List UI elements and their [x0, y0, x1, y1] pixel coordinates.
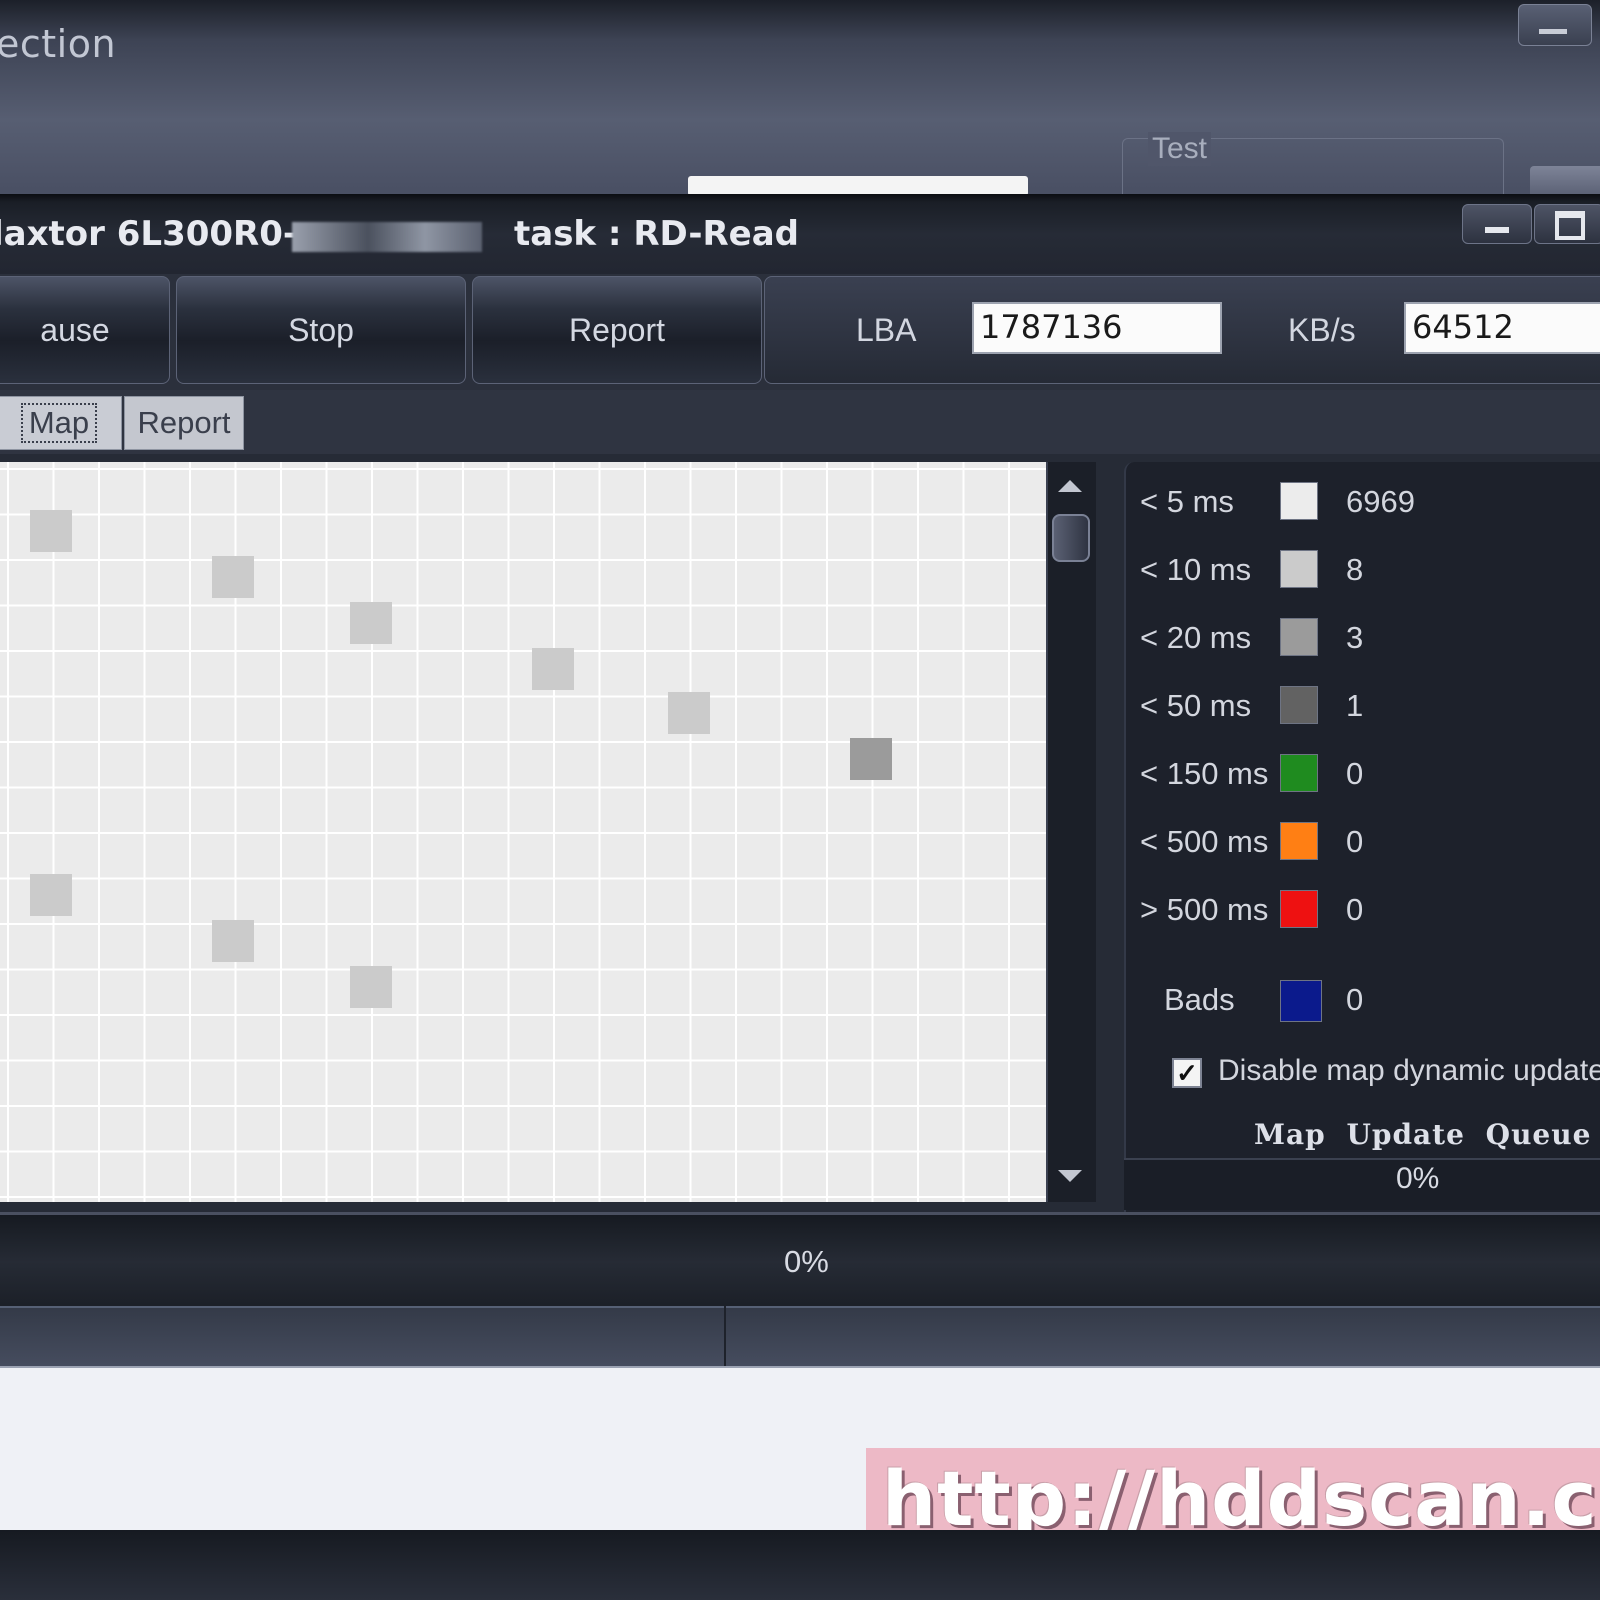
map-block	[350, 966, 392, 1008]
map-block	[668, 692, 710, 734]
minimize-button[interactable]	[1462, 204, 1532, 244]
legend-swatch	[1280, 980, 1322, 1022]
status-bar-divider	[724, 1306, 726, 1366]
legend-label: Bads	[1164, 982, 1235, 1017]
map-update-queue-bar	[1124, 1158, 1600, 1210]
legend-label: < 500 ms	[1140, 824, 1269, 859]
redacted-serial-number	[292, 222, 482, 252]
legend-count: 0	[1346, 824, 1364, 859]
status-bar	[0, 1306, 1600, 1368]
legend-label: < 5 ms	[1140, 484, 1234, 519]
drive-model-title: laxtor 6L300R0-	[0, 214, 297, 254]
disable-map-update-checkbox[interactable]: ✓	[1172, 1058, 1202, 1088]
map-update-queue-title: Map Update Queue	[1254, 1118, 1592, 1151]
disable-map-update-label: Disable map dynamic update	[1218, 1054, 1600, 1087]
legend-label: < 50 ms	[1140, 688, 1252, 723]
test-progress-percent: 0%	[784, 1244, 829, 1279]
legend-count: 8	[1346, 552, 1364, 587]
map-block	[350, 602, 392, 644]
legend-count: 0	[1346, 892, 1364, 927]
background-scroll-button[interactable]	[1530, 166, 1600, 196]
lba-label: LBA	[856, 312, 917, 348]
legend-swatch	[1280, 686, 1318, 724]
map-block	[30, 874, 72, 916]
map-block	[212, 556, 254, 598]
block-map	[0, 462, 1046, 1202]
legend-count: 1	[1346, 688, 1364, 723]
legend-swatch	[1280, 618, 1318, 656]
tab-map[interactable]: Map	[0, 396, 122, 450]
background-window-title: ection	[0, 22, 117, 66]
minimize-icon	[1485, 227, 1509, 233]
legend-swatch	[1280, 890, 1318, 928]
report-button[interactable]: Report	[472, 276, 762, 384]
legend-label: < 20 ms	[1140, 620, 1252, 655]
map-update-queue-percent: 0%	[1396, 1162, 1440, 1195]
legend-label: < 10 ms	[1140, 552, 1252, 587]
speed-field: 64512	[1404, 302, 1600, 354]
legend-swatch	[1280, 822, 1318, 860]
legend-swatch	[1280, 550, 1318, 588]
background-test-group-label: Test	[1148, 132, 1212, 166]
scroll-up-arrow-icon[interactable]	[1058, 480, 1082, 492]
map-block	[850, 738, 892, 780]
map-scrollbar[interactable]	[1046, 462, 1096, 1202]
maximize-button[interactable]	[1534, 204, 1600, 244]
legend-count: 0	[1346, 982, 1364, 1017]
legend-label: < 150 ms	[1140, 756, 1269, 791]
scroll-down-arrow-icon[interactable]	[1058, 1170, 1082, 1182]
minimize-icon	[1539, 29, 1567, 34]
checkmark-icon: ✓	[1176, 1058, 1198, 1088]
background-minimize-button[interactable]	[1518, 4, 1592, 46]
tab-report[interactable]: Report	[124, 396, 244, 450]
background-input-field[interactable]	[688, 176, 1028, 196]
tab-map-label: Map	[20, 403, 98, 443]
pause-button[interactable]: ause	[0, 276, 170, 384]
legend-label: > 500 ms	[1140, 892, 1269, 927]
legend-count: 6969	[1346, 484, 1415, 519]
legend-swatch	[1280, 754, 1318, 792]
speed-label: KB/s	[1288, 312, 1356, 348]
maximize-icon	[1555, 211, 1585, 240]
stop-button[interactable]: Stop	[176, 276, 466, 384]
map-block	[30, 510, 72, 552]
lba-field: 1787136	[972, 302, 1222, 354]
legend-swatch	[1280, 482, 1318, 520]
scroll-thumb[interactable]	[1052, 514, 1090, 562]
legend-count: 3	[1346, 620, 1364, 655]
bottom-frame	[0, 1530, 1600, 1600]
legend-count: 0	[1346, 756, 1364, 791]
map-block	[212, 920, 254, 962]
map-block	[532, 648, 574, 690]
task-title: task : RD-Read	[514, 214, 799, 254]
